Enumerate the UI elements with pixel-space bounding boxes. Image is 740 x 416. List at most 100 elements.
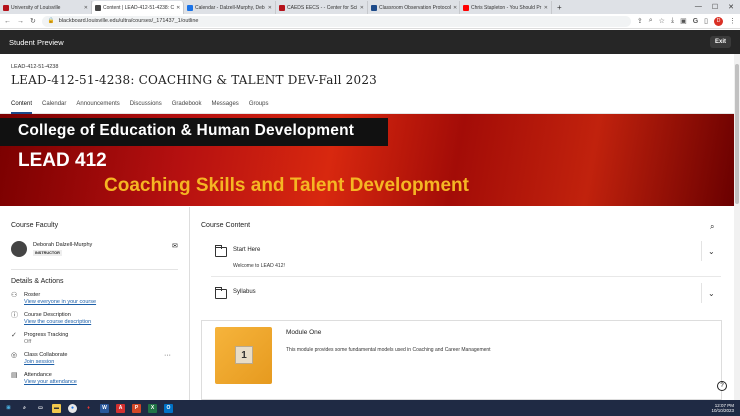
- people-icon: ⚇: [11, 292, 18, 299]
- page-scrollbar[interactable]: [734, 54, 740, 400]
- module-thumbnail: 1: [215, 327, 272, 384]
- scrollbar-thumb[interactable]: [735, 64, 739, 204]
- check-circle-icon: ✓: [11, 332, 17, 339]
- outlook-icon[interactable]: O: [164, 403, 173, 413]
- banner-college: College of Education & Human Development: [18, 122, 355, 139]
- menu-icon[interactable]: ⋮: [729, 17, 736, 25]
- tab-groups[interactable]: Groups: [249, 97, 269, 114]
- excel-icon[interactable]: X: [148, 403, 157, 413]
- browser-tab-0[interactable]: University of Louisville ✕: [0, 1, 92, 14]
- tab-gradebook[interactable]: Gradebook: [172, 97, 202, 114]
- search-icon[interactable]: ⌕: [20, 404, 29, 413]
- file-explorer-icon[interactable]: ▬: [52, 403, 61, 413]
- calendar-icon: ▤: [11, 372, 18, 379]
- profile-avatar[interactable]: D: [714, 16, 723, 26]
- module-card[interactable]: 1 Module One This module provides some f…: [201, 320, 722, 400]
- folder-desc: Welcome to LEAD 412!: [233, 263, 285, 269]
- tab-favicon-icon: [3, 4, 9, 11]
- browser-tab-1[interactable]: Content | LEAD-412-51-4238: C ✕: [92, 1, 184, 14]
- info-icon: ⓘ: [11, 312, 18, 319]
- maximize-icon[interactable]: ☐: [712, 3, 718, 11]
- extensions-icon[interactable]: ▣: [680, 17, 687, 25]
- preview-label: Student Preview: [9, 37, 64, 47]
- tab-content[interactable]: Content: [11, 97, 33, 114]
- tab-favicon-icon: [371, 4, 377, 11]
- forward-icon[interactable]: →: [17, 18, 24, 25]
- attendance-link[interactable]: View your attendance: [24, 379, 77, 385]
- detail-progress: ✓ Progress Tracking Off: [11, 332, 69, 345]
- folder-title[interactable]: Start Here: [233, 247, 260, 253]
- course-header: LEAD-412-51-4238 LEAD-412-51-4238: COACH…: [0, 54, 734, 96]
- address-bar: ← → ↻ 🔒 blackboard.louisville.edu/ultra/…: [0, 14, 740, 29]
- close-icon[interactable]: ✕: [268, 5, 272, 11]
- details-heading: Details & Actions: [11, 278, 64, 285]
- close-icon[interactable]: ✕: [176, 5, 180, 11]
- share-icon[interactable]: ⇪: [637, 17, 643, 25]
- faculty-name[interactable]: Deborah Dalzell-Murphy: [33, 242, 92, 248]
- new-tab-icon[interactable]: +: [552, 3, 562, 14]
- download-icon[interactable]: ⤓: [671, 17, 674, 25]
- left-panel: Course Faculty Deborah Dalzell-Murphy IN…: [0, 207, 190, 400]
- folder-icon: [215, 245, 227, 257]
- zoom-icon[interactable]: ⌕: [649, 17, 653, 25]
- detail-roster: ⚇ Roster View everyone in your course: [11, 292, 97, 305]
- app-icon[interactable]: ♦: [84, 404, 93, 413]
- course-content-panel: Course Content ⌕ Start Here Welcome to L…: [191, 207, 734, 400]
- folder-syllabus[interactable]: Syllabus ⌄: [211, 283, 721, 305]
- tab-favicon-icon: [279, 4, 285, 11]
- more-options-icon[interactable]: ···: [164, 352, 171, 359]
- lock-icon: 🔒: [47, 18, 55, 24]
- tab-calendar[interactable]: Calendar: [42, 97, 66, 114]
- google-icon[interactable]: G: [693, 18, 698, 25]
- close-icon[interactable]: ✕: [84, 5, 88, 11]
- folder-title[interactable]: Syllabus: [233, 289, 256, 295]
- close-icon[interactable]: ✕: [544, 5, 548, 11]
- help-icon[interactable]: ?: [717, 381, 727, 391]
- task-view-icon[interactable]: ▭: [36, 404, 45, 413]
- detail-collaborate: ◎ Class Collaborate Join session ···: [11, 352, 171, 365]
- browser-tab-2[interactable]: Calendar - Dalzell-Murphy, Deb ✕: [184, 1, 276, 14]
- folder-start-here[interactable]: Start Here Welcome to LEAD 412! ⌄: [211, 241, 721, 277]
- url-field[interactable]: 🔒 blackboard.louisville.edu/ultra/course…: [41, 15, 631, 27]
- tab-discussions[interactable]: Discussions: [130, 97, 162, 114]
- browser-tab-3[interactable]: CAEDS EECS - - Center for Sci ✕: [276, 1, 368, 14]
- close-icon[interactable]: ✕: [360, 5, 364, 11]
- course-title: LEAD-412-51-4238: COACHING & TALENT DEV-…: [11, 73, 377, 87]
- tab-announcements[interactable]: Announcements: [76, 97, 119, 114]
- number-block: 1: [235, 346, 253, 364]
- star-icon[interactable]: ☆: [659, 17, 665, 25]
- faculty-card: Deborah Dalzell-Murphy INSTRUCTOR ✉: [0, 229, 189, 257]
- module-title[interactable]: Module One: [286, 329, 321, 336]
- detail-description: ⓘ Course Description View the course desc…: [11, 312, 92, 325]
- sidebar-icon[interactable]: ▯: [704, 17, 708, 25]
- tab-favicon-icon: [187, 4, 193, 11]
- powerpoint-icon[interactable]: P: [132, 403, 141, 413]
- search-icon[interactable]: ⌕: [710, 222, 714, 232]
- chevron-down-icon[interactable]: ⌄: [708, 247, 715, 256]
- system-clock[interactable]: 12:07 PM 10/10/2023: [711, 403, 740, 413]
- content-heading: Course Content: [201, 222, 251, 229]
- windows-start-icon[interactable]: ⊞: [4, 404, 13, 413]
- browser-tab-5[interactable]: Chris Stapleton - You Should Pr ✕: [460, 1, 552, 14]
- word-icon[interactable]: W: [100, 403, 109, 413]
- banner-course-name: Coaching Skills and Talent Development: [104, 175, 469, 196]
- chrome-icon[interactable]: ●: [68, 403, 77, 413]
- acrobat-icon[interactable]: A: [116, 403, 125, 413]
- course-nav: Content Calendar Announcements Discussio…: [0, 97, 734, 114]
- close-window-icon[interactable]: ✕: [728, 3, 734, 11]
- course-banner: College of Education & Human Development…: [0, 114, 734, 206]
- exit-button[interactable]: Exit: [709, 36, 731, 48]
- minimize-icon[interactable]: —: [695, 3, 702, 11]
- tab-favicon-icon: [95, 4, 101, 11]
- mail-icon[interactable]: ✉: [172, 242, 178, 250]
- browser-tab-4[interactable]: Classroom Observation Protocol ✕: [368, 1, 460, 14]
- reload-icon[interactable]: ↻: [30, 17, 36, 25]
- close-icon[interactable]: ✕: [453, 5, 457, 11]
- student-preview-bar: Student Preview Exit: [0, 30, 740, 54]
- tab-messages[interactable]: Messages: [211, 97, 238, 114]
- back-icon[interactable]: ←: [4, 18, 11, 25]
- banner-course-code: LEAD 412: [18, 150, 107, 171]
- chevron-down-icon[interactable]: ⌄: [708, 289, 715, 298]
- detail-attendance: ▤ Attendance View your attendance: [11, 372, 77, 385]
- taskbar: ⊞ ⌕ ▭ ▬ ● ♦ W A P X O 12:07 PM 10/10/202…: [0, 400, 740, 416]
